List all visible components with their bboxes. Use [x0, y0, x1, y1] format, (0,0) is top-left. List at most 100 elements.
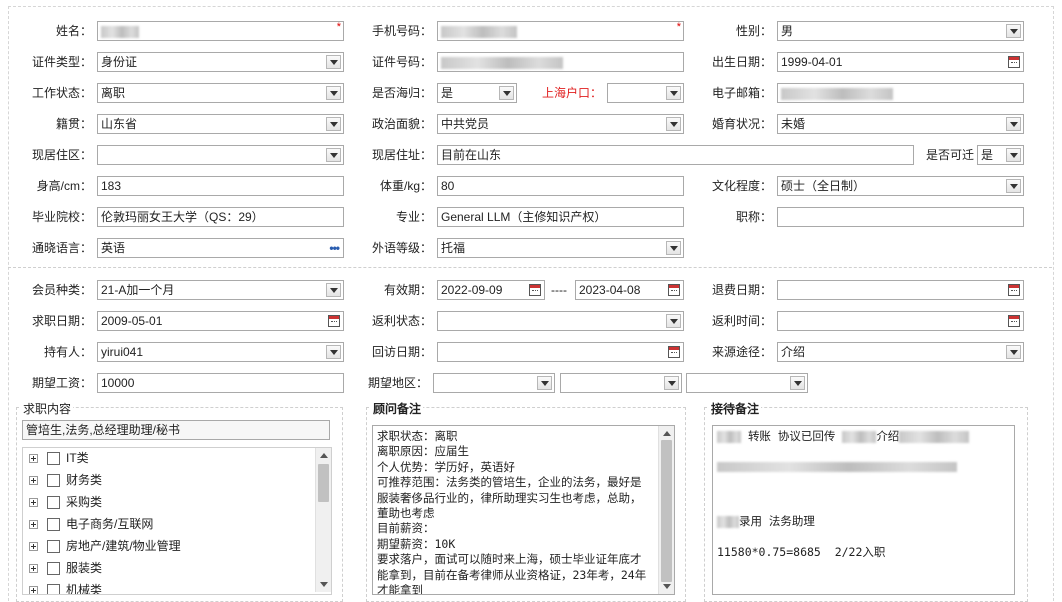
chevron-down-icon[interactable] — [1006, 148, 1021, 162]
chevron-down-icon[interactable] — [326, 148, 341, 162]
tree-item[interactable]: 房地产/建筑/物业管理 — [29, 536, 181, 556]
chevron-down-icon[interactable] — [666, 314, 681, 328]
native-place-select[interactable]: 山东省 — [97, 114, 344, 134]
visit-date-input[interactable] — [437, 342, 684, 362]
rebate-status-select[interactable] — [437, 311, 684, 331]
chevron-down-icon[interactable] — [790, 376, 805, 390]
expand-icon[interactable] — [29, 476, 38, 486]
chevron-down-icon[interactable] — [1006, 117, 1021, 131]
tree-item[interactable]: IT类 — [29, 448, 89, 468]
scroll-thumb[interactable] — [661, 440, 672, 582]
advisor-notes-textarea[interactable]: 求职状态：离职 离职原因：应届生 个人优势：学历好，英语好 可推荐范围：法务类的… — [372, 425, 675, 595]
tree-item[interactable]: 财务类 — [29, 470, 102, 490]
calendar-icon[interactable] — [328, 315, 340, 327]
chevron-down-icon[interactable] — [666, 86, 681, 100]
foreign-level-select[interactable]: 托福 — [437, 238, 684, 258]
rebate-time-input[interactable] — [777, 311, 1024, 331]
calendar-icon[interactable] — [1008, 284, 1020, 296]
calendar-icon[interactable] — [668, 346, 680, 358]
scroll-up-icon[interactable] — [663, 431, 671, 436]
height-input[interactable]: 183 — [97, 176, 344, 196]
checkbox[interactable] — [47, 474, 60, 488]
gender-select[interactable]: 男 — [777, 21, 1024, 41]
job-title-input[interactable] — [777, 207, 1024, 227]
scroll-thumb[interactable] — [318, 464, 329, 502]
chevron-down-icon[interactable] — [1006, 179, 1021, 193]
school-input[interactable]: 伦敦玛丽女王大学（QS：29） — [97, 207, 344, 227]
birth-date-input[interactable]: 1999-04-01 — [777, 52, 1024, 72]
chevron-down-icon[interactable] — [326, 283, 341, 297]
chevron-down-icon[interactable] — [664, 376, 679, 390]
expand-icon[interactable] — [29, 498, 38, 508]
language-input[interactable]: 英语 ••• — [97, 238, 344, 258]
checkbox[interactable] — [47, 452, 60, 466]
expand-icon[interactable] — [29, 454, 38, 464]
notes-scrollbar[interactable] — [658, 426, 674, 594]
chevron-down-icon[interactable] — [537, 376, 552, 390]
tree-item[interactable]: 采购类 — [29, 492, 102, 512]
member-type-select[interactable]: 21-A加一个月 — [97, 280, 344, 300]
chevron-down-icon[interactable] — [1006, 345, 1021, 359]
region-province-select[interactable] — [433, 373, 555, 393]
name-input[interactable]: * — [97, 21, 344, 41]
scroll-up-icon[interactable] — [320, 453, 328, 458]
marital-select[interactable]: 未婚 — [777, 114, 1024, 134]
chevron-down-icon[interactable] — [1006, 24, 1021, 38]
refund-date-input[interactable] — [777, 280, 1024, 300]
calendar-icon[interactable] — [1008, 56, 1020, 68]
chevron-down-icon[interactable] — [326, 345, 341, 359]
chevron-down-icon[interactable] — [326, 117, 341, 131]
valid-to-input[interactable]: 2023-04-08 — [575, 280, 684, 300]
tree-item[interactable]: 服装类 — [29, 558, 102, 578]
chevron-down-icon[interactable] — [326, 55, 341, 69]
expand-icon[interactable] — [29, 542, 38, 552]
job-category-tree: IT类 财务类 采购类 电子商务/互联网 房地产/建筑/物业管理 服装类 机械类 — [22, 447, 332, 595]
weight-input[interactable]: 80 — [437, 176, 684, 196]
expand-icon[interactable] — [29, 520, 38, 530]
expand-icon[interactable] — [29, 586, 38, 594]
work-status-select[interactable]: 离职 — [97, 83, 344, 103]
calendar-icon[interactable] — [529, 284, 541, 296]
chevron-down-icon[interactable] — [326, 86, 341, 100]
checkbox[interactable] — [47, 496, 60, 510]
returnee-select[interactable]: 是 — [437, 83, 517, 103]
political-select[interactable]: 中共党员 — [437, 114, 684, 134]
source-select[interactable]: 介绍 — [777, 342, 1024, 362]
more-icon[interactable]: ••• — [329, 239, 340, 257]
district-select[interactable] — [97, 145, 344, 165]
address-input[interactable]: 目前在山东 — [437, 145, 914, 165]
region-district-select[interactable] — [686, 373, 808, 393]
shanghai-hukou-select[interactable] — [607, 83, 684, 103]
tree-item[interactable]: 机械类 — [29, 580, 102, 594]
scroll-down-icon[interactable] — [663, 584, 671, 589]
chevron-down-icon[interactable] — [666, 241, 681, 255]
id-number-input[interactable] — [437, 52, 684, 72]
valid-from-input[interactable]: 2022-09-09 — [437, 280, 545, 300]
region-city-select[interactable] — [560, 373, 682, 393]
checkbox[interactable] — [47, 518, 60, 532]
checkbox[interactable] — [47, 584, 60, 594]
chevron-down-icon[interactable] — [666, 117, 681, 131]
reception-notes-textarea[interactable]: 转账 协议已回传 介绍 录用 法务助理 11580*0.75=8685 2/22… — [712, 425, 1015, 595]
chevron-down-icon[interactable] — [499, 86, 514, 100]
expand-icon[interactable] — [29, 564, 38, 574]
major-input[interactable]: General LLM（主修知识产权） — [437, 207, 684, 227]
calendar-icon[interactable] — [668, 284, 680, 296]
scroll-down-icon[interactable] — [320, 582, 328, 587]
mobile-input[interactable]: * — [437, 21, 684, 41]
education-select[interactable]: 硕士（全日制） — [777, 176, 1024, 196]
checkbox[interactable] — [47, 540, 60, 554]
job-date-input[interactable]: 2009-05-01 — [97, 311, 344, 331]
holder-select[interactable]: yirui041 — [97, 342, 344, 362]
tree-scrollbar[interactable] — [315, 448, 331, 592]
tree-item[interactable]: 电子商务/互联网 — [29, 514, 153, 534]
job-selected-input[interactable]: 管培生,法务,总经理助理/秘书 — [22, 420, 330, 440]
holder-value: yirui041 — [101, 345, 144, 359]
address-value: 目前在山东 — [441, 148, 502, 162]
calendar-icon[interactable] — [1008, 315, 1020, 327]
can-move-select[interactable]: 是 — [977, 145, 1024, 165]
id-type-select[interactable]: 身份证 — [97, 52, 344, 72]
email-input[interactable] — [777, 83, 1024, 103]
salary-input[interactable]: 10000 — [97, 373, 344, 393]
checkbox[interactable] — [47, 562, 60, 576]
